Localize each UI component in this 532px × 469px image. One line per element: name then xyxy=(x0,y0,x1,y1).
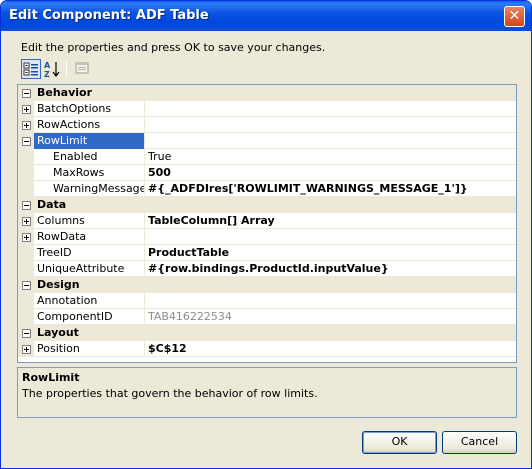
property-name[interactable]: BatchOptions xyxy=(34,101,145,117)
dialog-client-area: Edit the properties and press OK to save… xyxy=(4,31,528,465)
property-value[interactable] xyxy=(145,117,516,133)
close-icon: ✕ xyxy=(508,8,521,24)
property-row[interactable]: Enabled True xyxy=(18,149,516,165)
property-name[interactable]: TreeID xyxy=(34,245,145,261)
expand-icon[interactable] xyxy=(22,345,31,354)
property-name[interactable]: WarningMessage xyxy=(34,181,145,197)
property-name[interactable]: RowLimit xyxy=(34,133,145,149)
description-title: RowLimit xyxy=(22,371,80,384)
svg-text:Z: Z xyxy=(44,70,50,79)
property-value[interactable] xyxy=(145,229,516,245)
category-label[interactable]: Layout xyxy=(34,325,434,341)
expand-icon[interactable] xyxy=(22,121,31,130)
category-label[interactable]: Design xyxy=(34,277,434,293)
category-row[interactable]: Design xyxy=(18,277,516,293)
description-text: The properties that govern the behavior … xyxy=(22,387,318,400)
property-name[interactable]: Position xyxy=(34,341,145,357)
property-pages-button[interactable] xyxy=(73,59,93,79)
property-row[interactable]: WarningMessage #{_ADFDIres['ROWLIMIT_WARN… xyxy=(18,181,516,197)
collapse-icon[interactable] xyxy=(22,329,31,338)
expand-icon[interactable] xyxy=(22,105,31,114)
alphabetical-button[interactable]: A Z xyxy=(43,59,63,79)
description-pane: RowLimit The properties that govern the … xyxy=(17,367,517,418)
property-name[interactable]: MaxRows xyxy=(34,165,145,181)
row-gutter xyxy=(18,149,34,165)
property-value[interactable] xyxy=(145,101,516,117)
property-row[interactable]: UniqueAttribute #{row.bindings.ProductId.… xyxy=(18,261,516,277)
category-row[interactable]: Behavior xyxy=(18,85,516,101)
ok-button[interactable]: OK xyxy=(362,431,437,454)
categorized-button[interactable] xyxy=(21,59,41,79)
row-gutter xyxy=(18,293,34,309)
property-value[interactable]: TAB416222534 xyxy=(145,309,516,325)
toolbar-separator xyxy=(66,61,67,78)
property-grid[interactable]: Behavior BatchOptions RowActions RowLimit En… xyxy=(17,84,517,363)
cancel-button[interactable]: Cancel xyxy=(442,431,517,454)
property-name[interactable]: Columns xyxy=(34,213,145,229)
property-row[interactable]: RowLimit xyxy=(18,133,516,149)
property-value[interactable]: #{row.bindings.ProductId.inputValue} xyxy=(145,261,516,277)
edit-component-dialog: Edit Component: ADF Table ✕ Edit the pro… xyxy=(0,0,532,469)
property-row[interactable]: Position $C$12 xyxy=(18,341,516,357)
property-value[interactable]: 500 xyxy=(145,165,516,181)
property-row[interactable]: Annotation xyxy=(18,293,516,309)
row-gutter xyxy=(18,309,34,325)
row-gutter xyxy=(18,245,34,261)
category-row[interactable]: Layout xyxy=(18,325,516,341)
property-row[interactable]: BatchOptions xyxy=(18,101,516,117)
property-toolbar: A Z xyxy=(19,59,139,81)
window-title: Edit Component: ADF Table xyxy=(9,8,209,23)
property-name[interactable]: RowActions xyxy=(34,117,145,133)
property-value[interactable]: ProductTable xyxy=(145,245,516,261)
property-value[interactable] xyxy=(145,293,516,309)
property-name[interactable]: Annotation xyxy=(34,293,145,309)
svg-text:A: A xyxy=(44,61,51,70)
row-gutter xyxy=(18,181,34,197)
property-name[interactable]: ComponentID xyxy=(34,309,145,325)
category-row[interactable]: Data xyxy=(18,197,516,213)
property-row[interactable]: RowActions xyxy=(18,117,516,133)
category-label[interactable]: Behavior xyxy=(34,85,434,101)
property-value[interactable]: #{_ADFDIres['ROWLIMIT_WARNINGS_MESSAGE_1… xyxy=(145,181,516,197)
property-value[interactable]: $C$12 xyxy=(145,341,516,357)
property-row[interactable]: MaxRows 500 xyxy=(18,165,516,181)
category-label[interactable]: Data xyxy=(34,197,434,213)
property-row[interactable]: TreeID ProductTable xyxy=(18,245,516,261)
collapse-icon[interactable] xyxy=(22,281,31,290)
collapse-icon[interactable] xyxy=(22,137,31,146)
row-gutter xyxy=(18,261,34,277)
property-pages-icon xyxy=(75,62,89,74)
alphabetical-sort-icon: A Z xyxy=(44,61,60,79)
property-row[interactable]: RowData xyxy=(18,229,516,245)
collapse-icon[interactable] xyxy=(22,89,31,98)
property-row[interactable]: Columns TableColumn[] Array xyxy=(18,213,516,229)
close-button[interactable]: ✕ xyxy=(504,6,525,27)
collapse-icon[interactable] xyxy=(22,201,31,210)
property-name[interactable]: RowData xyxy=(34,229,145,245)
property-row[interactable]: ComponentID TAB416222534 xyxy=(18,309,516,325)
instructions-text: Edit the properties and press OK to save… xyxy=(21,41,326,54)
row-gutter xyxy=(18,165,34,181)
property-name[interactable]: UniqueAttribute xyxy=(34,261,145,277)
property-value[interactable] xyxy=(145,133,516,149)
expand-icon[interactable] xyxy=(22,217,31,226)
categorized-icon xyxy=(23,62,38,76)
property-name[interactable]: Enabled xyxy=(34,149,145,165)
property-value[interactable]: TableColumn[] Array xyxy=(145,213,516,229)
property-value[interactable]: True xyxy=(145,149,516,165)
title-bar[interactable]: Edit Component: ADF Table ✕ xyxy=(1,1,531,31)
expand-icon[interactable] xyxy=(22,233,31,242)
